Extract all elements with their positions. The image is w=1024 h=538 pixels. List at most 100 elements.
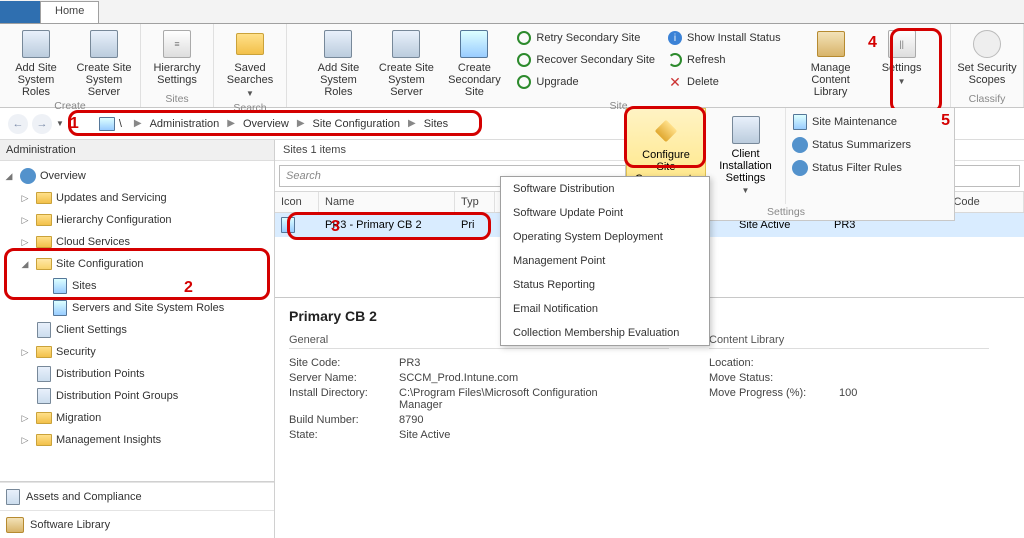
menu-email-notification[interactable]: Email Notification — [501, 297, 709, 321]
cell-type: Pri — [455, 213, 495, 237]
tree-item-client-settings[interactable]: Client Settings — [0, 319, 274, 341]
tree-label: Distribution Point Groups — [56, 390, 178, 402]
tree-label: Sites — [72, 280, 96, 292]
recover-secondary-site-button[interactable]: Recover Secondary Site — [516, 50, 655, 70]
history-dropdown[interactable]: ▼ — [56, 119, 64, 128]
v: 8790 — [399, 414, 423, 426]
expand-icon[interactable]: ◢ — [18, 259, 32, 270]
tree-label: Cloud Services — [56, 236, 130, 248]
tree-label: Overview — [40, 170, 86, 182]
expand-icon[interactable]: ◢ — [2, 171, 16, 182]
group-label: Classify — [969, 91, 1006, 105]
k: Move Status: — [709, 372, 819, 384]
nav-title: Administration — [0, 140, 274, 161]
status-summarizers-button[interactable]: Status Summarizers — [792, 135, 940, 155]
hierarchy-settings-button[interactable]: ≡Hierarchy Settings — [147, 28, 207, 86]
create-site-system-server-button[interactable]: Create Site System Server — [74, 28, 134, 98]
tree-label: Updates and Servicing — [56, 192, 167, 204]
tree-item-management-insights[interactable]: ▷ Management Insights — [0, 429, 274, 451]
tree-item-hierarchy-configuration[interactable]: ▷ Hierarchy Configuration — [0, 209, 274, 231]
expand-icon[interactable]: ▷ — [18, 347, 32, 358]
refresh-button[interactable]: Refresh — [667, 50, 781, 70]
workspace-software-library[interactable]: Software Library — [0, 510, 274, 538]
label: Status Summarizers — [812, 139, 911, 151]
show-install-status-button[interactable]: iShow Install Status — [667, 28, 781, 48]
chevron-down-icon: ▼ — [246, 88, 254, 100]
breadcrumb-root-icon[interactable] — [99, 113, 115, 135]
label: Recover Secondary Site — [536, 54, 655, 66]
label: Create Site System Server — [74, 62, 134, 98]
breadcrumb-site-configuration[interactable]: Site Configuration — [313, 113, 400, 135]
col-icon[interactable]: Icon — [275, 192, 319, 212]
col-type[interactable]: Typ — [455, 192, 495, 212]
tree-item-servers-and-site-system-roles[interactable]: Servers and Site System Roles — [0, 297, 274, 319]
k: Location: — [709, 357, 819, 369]
tree-label: Management Insights — [56, 434, 161, 446]
tree-item-site-configuration[interactable]: ◢ Site Configuration — [0, 253, 274, 275]
client-installation-settings-button[interactable]: Client Installation Settings ▼ — [706, 108, 786, 204]
k: Build Number: — [289, 414, 399, 426]
label: Client Installation Settings — [712, 148, 779, 184]
expand-icon[interactable]: ▷ — [18, 413, 32, 424]
set-security-scopes-button[interactable]: Set Security Scopes — [957, 28, 1017, 86]
settings-button[interactable]: ||Settings▼ — [875, 28, 929, 88]
breadcrumb-root[interactable]: \ — [119, 113, 122, 135]
section-content-library: Content Library — [709, 334, 989, 349]
breadcrumb-administration[interactable]: Administration — [150, 113, 220, 135]
folder-icon — [36, 192, 52, 204]
tree-item-security[interactable]: ▷Security — [0, 341, 274, 363]
back-button[interactable]: ← — [8, 114, 28, 134]
workspace-assets-compliance[interactable]: Assets and Compliance — [0, 482, 274, 510]
status-filter-rules-button[interactable]: Status Filter Rules — [792, 158, 940, 178]
tree-label: Site Configuration — [56, 258, 143, 270]
tree-item-cloud-services[interactable]: ▷ Cloud Services — [0, 231, 274, 253]
menu-software-distribution[interactable]: Software Distribution — [501, 177, 709, 201]
tree-item-distribution-points[interactable]: Distribution Points — [0, 363, 274, 385]
col-name[interactable]: Name — [319, 192, 455, 212]
server-icon — [37, 322, 51, 338]
create-secondary-site-button[interactable]: Create Secondary Site — [444, 28, 504, 98]
v: SCCM_Prod.Intune.com — [399, 372, 518, 384]
add-site-system-roles-button[interactable]: Add Site System Roles — [6, 28, 66, 98]
tree-label: Client Settings — [56, 324, 127, 336]
nav-pane: Administration ◢ Overview ▷ Updates and Ser… — [0, 140, 275, 538]
folder-icon — [36, 214, 52, 226]
gear-icon — [20, 168, 36, 184]
label: Refresh — [687, 54, 726, 66]
v: Site Active — [399, 429, 450, 441]
expand-icon[interactable]: ▷ — [18, 435, 32, 446]
label: Settings — [882, 62, 922, 74]
label: Show Install Status — [687, 32, 781, 44]
breadcrumb-overview[interactable]: Overview — [243, 113, 289, 135]
app-menu-tab[interactable] — [0, 1, 40, 23]
menu-os-deployment[interactable]: Operating System Deployment — [501, 225, 709, 249]
tree-item-updates-and-servicing[interactable]: ▷ Updates and Servicing — [0, 187, 274, 209]
tab-home[interactable]: Home — [40, 1, 99, 23]
delete-button[interactable]: ✕Delete — [667, 72, 781, 92]
upgrade-button[interactable]: Upgrade — [516, 72, 655, 92]
manage-content-library-button[interactable]: Manage Content Library — [795, 28, 867, 98]
saved-searches-button[interactable]: Saved Searches▼ — [220, 28, 280, 100]
k: Site Code: — [289, 357, 399, 369]
create-site-system-server-button-2[interactable]: Create Site System Server — [376, 28, 436, 98]
expand-icon[interactable]: ▷ — [18, 237, 32, 248]
retry-secondary-site-button[interactable]: Retry Secondary Site — [516, 28, 655, 48]
label: Status Filter Rules — [812, 162, 902, 174]
chevron-down-icon: ▼ — [742, 186, 750, 195]
tree-item-migration[interactable]: ▷Migration — [0, 407, 274, 429]
menu-collection-membership-evaluation[interactable]: Collection Membership Evaluation — [501, 321, 709, 345]
tree-item-overview[interactable]: ◢ Overview — [0, 165, 274, 187]
add-site-system-roles-button-2[interactable]: Add Site System Roles — [308, 28, 368, 98]
forward-button[interactable]: → — [32, 114, 52, 134]
tree-item-distribution-point-groups[interactable]: Distribution Point Groups — [0, 385, 274, 407]
tree-label: Hierarchy Configuration — [56, 214, 172, 226]
menu-management-point[interactable]: Management Point — [501, 249, 709, 273]
breadcrumb-sites[interactable]: Sites — [424, 113, 448, 135]
menu-status-reporting[interactable]: Status Reporting — [501, 273, 709, 297]
expand-icon[interactable]: ▷ — [18, 193, 32, 204]
expand-icon[interactable]: ▷ — [18, 215, 32, 226]
folder-icon — [36, 412, 52, 424]
menu-software-update-point[interactable]: Software Update Point — [501, 201, 709, 225]
site-maintenance-button[interactable]: Site Maintenance — [792, 112, 940, 132]
tree-item-sites[interactable]: Sites — [0, 275, 274, 297]
